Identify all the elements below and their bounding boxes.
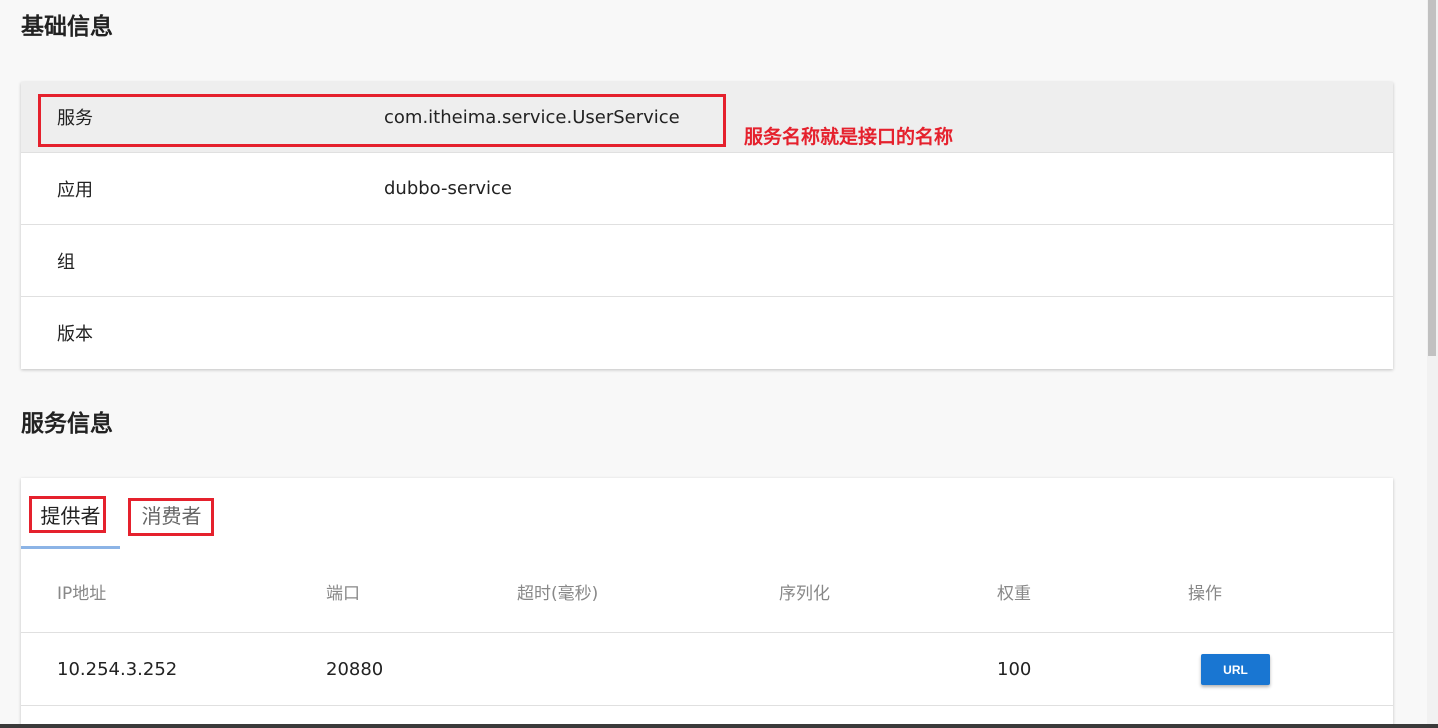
header-action: 操作 xyxy=(1188,583,1222,604)
header-ip[interactable]: IP地址 xyxy=(57,550,106,632)
cell-port: 20880 xyxy=(326,658,384,680)
basic-info-card: 服务 com.itheima.service.UserService 应用 du… xyxy=(21,82,1393,369)
header-timeout[interactable]: 超时(毫秒) xyxy=(517,550,598,632)
info-row-application: 应用 dubbo-service xyxy=(21,153,1393,225)
tabs-bar: 提供者 消费者 xyxy=(21,478,1393,550)
header-weight[interactable]: 权重 xyxy=(997,550,1031,632)
info-row-group: 组 xyxy=(21,225,1393,297)
providers-table: IP地址 端口 超时(毫秒) 序列化 权重 操作 10.254.3.252 20… xyxy=(21,550,1393,706)
info-row-version: 版本 xyxy=(21,297,1393,369)
header-port[interactable]: 端口 xyxy=(326,550,360,632)
cell-ip: 10.254.3.252 xyxy=(57,658,178,680)
tab-consumers[interactable]: 消费者 xyxy=(129,478,214,550)
info-key-group: 组 xyxy=(57,251,75,273)
vertical-scrollbar[interactable] xyxy=(1427,0,1438,728)
info-key-version: 版本 xyxy=(57,324,93,345)
header-serialization[interactable]: 序列化 xyxy=(779,550,830,632)
service-annotation: 服务名称就是接口的名称 xyxy=(744,126,954,148)
cell-weight: 100 xyxy=(997,658,1032,680)
url-button[interactable]: URL xyxy=(1201,654,1270,685)
info-key-service: 服务 xyxy=(57,108,93,129)
service-info-card: 提供者 消费者 IP地址 端口 超时(毫秒) 序列化 权重 操作 10.254.… xyxy=(21,478,1393,728)
info-key-application: 应用 xyxy=(57,179,93,201)
info-row-service: 服务 com.itheima.service.UserService xyxy=(21,82,1393,153)
basic-info-title: 基础信息 xyxy=(21,14,113,40)
table-header-row: IP地址 端口 超时(毫秒) 序列化 权重 操作 xyxy=(21,550,1393,633)
tab-providers[interactable]: 提供者 xyxy=(21,478,120,550)
service-info-title: 服务信息 xyxy=(21,411,113,437)
info-value-service: com.itheima.service.UserService xyxy=(384,106,680,128)
bottom-edge-bar xyxy=(0,724,1438,728)
scrollbar-thumb[interactable] xyxy=(1428,0,1436,356)
active-tab-indicator xyxy=(21,546,120,549)
page: 基础信息 服务 com.itheima.service.UserService … xyxy=(0,0,1438,728)
info-value-application: dubbo-service xyxy=(384,178,513,199)
table-row: 10.254.3.252 20880 100 URL xyxy=(21,633,1393,706)
